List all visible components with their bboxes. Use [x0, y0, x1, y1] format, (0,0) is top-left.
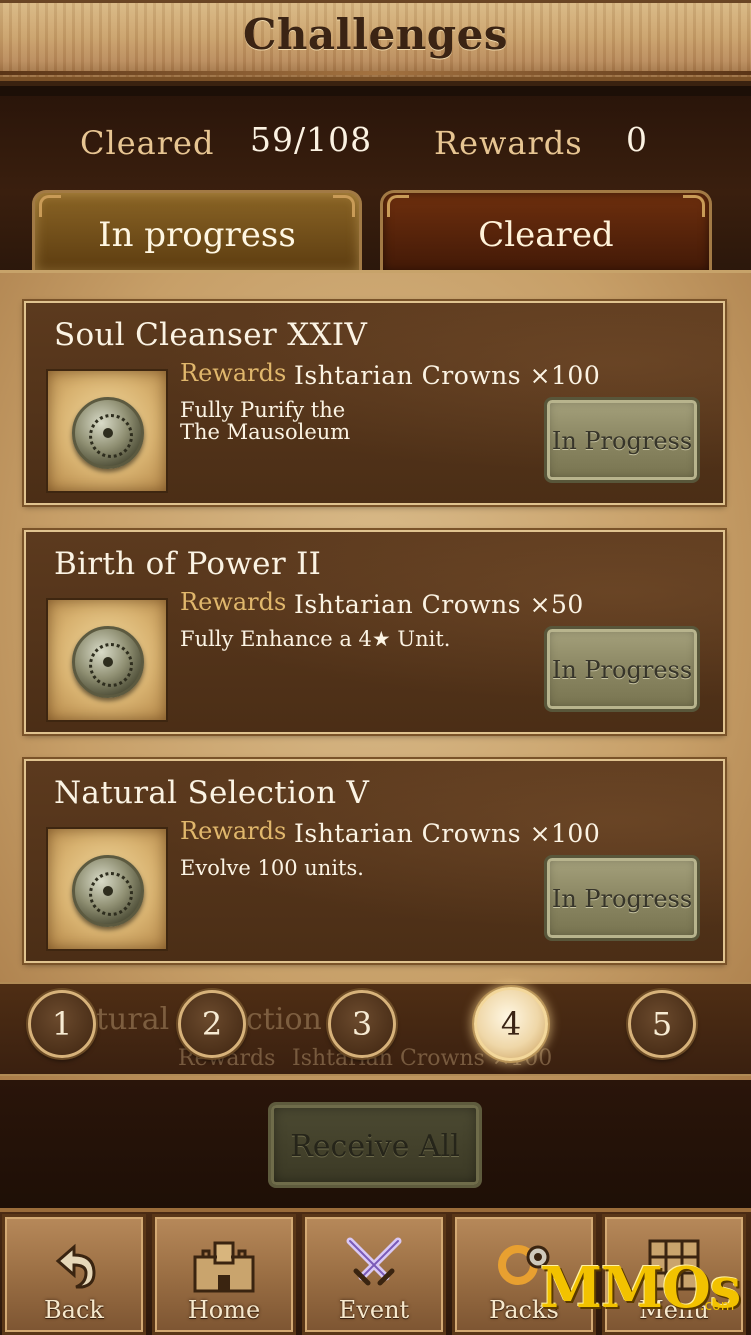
challenge-description: Fully Purify the The Mausoleum: [180, 398, 351, 444]
challenge-card: Birth of Power II Rewards Ishtarian Crow…: [24, 530, 725, 734]
coin-icon: [72, 397, 144, 469]
tab-in-progress[interactable]: In progress: [32, 190, 362, 272]
page-button-1[interactable]: 1: [28, 990, 96, 1058]
page-button-5[interactable]: 5: [628, 990, 696, 1058]
in-progress-button[interactable]: In Progress: [544, 626, 700, 712]
nav-label: Home: [187, 1296, 261, 1324]
challenge-description: Evolve 100 units.: [180, 856, 364, 880]
site-watermark-suffix: .com: [700, 1298, 735, 1314]
challenge-title: Natural Selection V: [54, 775, 370, 811]
page-title: Challenges: [242, 10, 509, 59]
header-bar: Challenges: [0, 0, 751, 86]
tab-corner-ornament: [333, 195, 355, 217]
nav-event-button[interactable]: Event: [302, 1214, 446, 1335]
rewards-label: Rewards: [180, 359, 287, 387]
coin-icon: [72, 626, 144, 698]
nav-back-button[interactable]: Back: [2, 1214, 146, 1335]
rewards-label: Rewards: [434, 124, 583, 162]
reward-value: Ishtarian Crowns ×100: [294, 361, 601, 390]
reward-thumbnail: [46, 598, 168, 722]
rewards-count: 0: [626, 120, 648, 159]
reward-thumbnail: [46, 369, 168, 493]
coin-icon: [72, 855, 144, 927]
challenge-title: Birth of Power II: [54, 546, 322, 582]
nav-label: Back: [44, 1296, 104, 1324]
tab-label: In progress: [98, 215, 296, 255]
nav-label: Event: [338, 1296, 410, 1324]
tab-corner-ornament: [387, 195, 409, 217]
tab-cleared[interactable]: Cleared: [380, 190, 712, 272]
reward-value: Ishtarian Crowns ×50: [294, 590, 584, 619]
tab-corner-ornament: [39, 195, 61, 217]
nav-home-button[interactable]: Home: [152, 1214, 296, 1335]
ghost-card-title: ction: [246, 1002, 322, 1037]
cleared-count: 59/108: [250, 120, 373, 159]
ghost-card-title: tural: [96, 1002, 170, 1037]
receive-all-button[interactable]: Receive All: [268, 1102, 482, 1188]
castle-icon: [155, 1231, 293, 1297]
in-progress-button[interactable]: In Progress: [544, 855, 700, 941]
page-button-2[interactable]: 2: [178, 990, 246, 1058]
rewards-label: Rewards: [180, 817, 287, 845]
rewards-label: Rewards: [180, 588, 287, 616]
challenge-title: Soul Cleanser XXIV: [54, 317, 368, 353]
back-arrow-icon: [5, 1231, 143, 1297]
challenge-card: Soul Cleanser XXIV Rewards Ishtarian Cro…: [24, 301, 725, 505]
challenge-card: Natural Selection V Rewards Ishtarian Cr…: [24, 759, 725, 963]
in-progress-button[interactable]: In Progress: [544, 397, 700, 483]
tab-corner-ornament: [683, 195, 705, 217]
cleared-label: Cleared: [80, 124, 215, 162]
tab-label: Cleared: [478, 215, 614, 255]
page-button-4-current[interactable]: 4: [474, 987, 548, 1061]
page-button-3[interactable]: 3: [328, 990, 396, 1058]
crossed-swords-icon: [305, 1231, 443, 1297]
reward-thumbnail: [46, 827, 168, 951]
reward-value: Ishtarian Crowns ×100: [294, 819, 601, 848]
challenge-description: Fully Enhance a 4★ Unit.: [180, 627, 451, 651]
challenge-list-panel[interactable]: Soul Cleanser XXIV Rewards Ishtarian Cro…: [0, 270, 751, 1080]
